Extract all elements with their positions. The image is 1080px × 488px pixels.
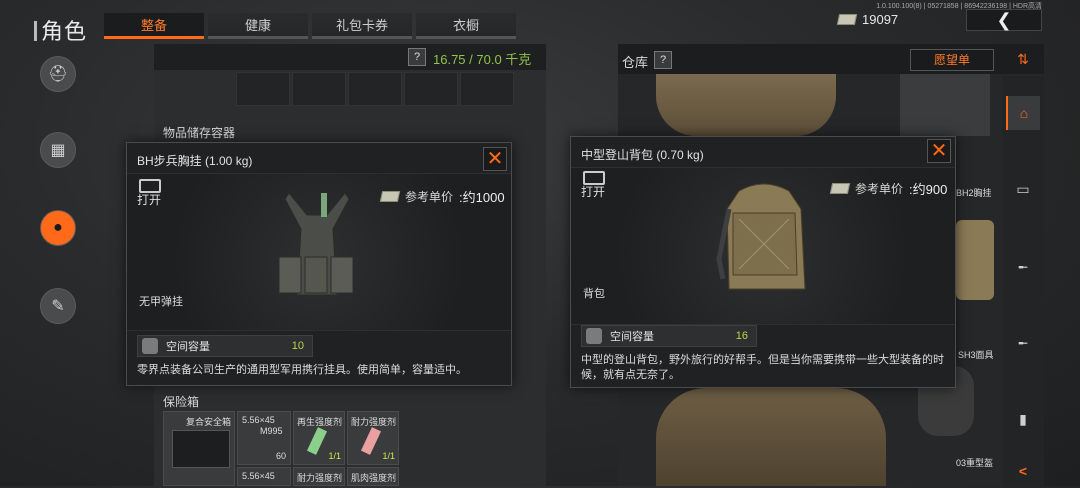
capacity-value: 16	[735, 330, 748, 342]
item-category: 无甲弹挂	[139, 296, 183, 308]
tab-equip[interactable]: 整备	[104, 13, 204, 39]
capacity-icon	[142, 338, 158, 354]
price-row: 参考单价 :约1000	[379, 187, 505, 206]
money-icon	[379, 191, 401, 202]
helmet-icon[interactable]: ⛑	[40, 56, 76, 92]
item-count: 60	[275, 451, 286, 461]
item-description: 零界点装备公司生产的通用型军用携行挂具。使用简单，容量适中。	[137, 364, 467, 376]
top-tabs: 整备 健康 礼包卡券 衣橱	[104, 13, 516, 39]
price-value: :约900	[909, 182, 948, 197]
backpack-icon[interactable]: ●	[40, 210, 76, 246]
tools-icon[interactable]: ✎	[40, 288, 76, 324]
equip-slot[interactable]	[236, 72, 290, 106]
ammo-item[interactable]: 5.56×45	[237, 467, 291, 486]
warehouse-help-button[interactable]: ?	[654, 51, 672, 69]
currency-value: 19097	[862, 12, 899, 27]
capacity-icon	[586, 328, 602, 344]
item-name: 5.56×45	[242, 471, 275, 481]
currency-display: 19097	[836, 12, 899, 27]
item-name: 复合安全箱	[186, 417, 232, 427]
capacity-box: 空间容量 10	[137, 335, 313, 357]
item-detail-popup-chest-rig: BH步兵胸挂 (1.00 kg) ✕ 打开 参考单价 :约1000 无甲弹挂 空…	[126, 142, 512, 386]
safe-box-icon	[172, 430, 230, 468]
home-icon[interactable]: ⌂	[1006, 96, 1040, 130]
warehouse-vest-item[interactable]	[900, 74, 990, 136]
item-name: 5.56×45	[242, 415, 275, 425]
capacity-label: 空间容量	[166, 341, 210, 353]
item-name: 耐力强度剂	[297, 473, 343, 483]
safe-section-title: 保险箱	[163, 395, 200, 409]
weight-help-button[interactable]: ?	[408, 48, 426, 66]
page-title: 角色	[34, 14, 87, 46]
popup-title: BH步兵胸挂 (1.00 kg)	[137, 154, 253, 168]
item-name: 肌肉强度剂	[351, 473, 397, 483]
sort-icon[interactable]: ⇅	[1006, 42, 1040, 76]
storage-section-title: 物品储存容器	[163, 126, 236, 140]
tab-gift-cards[interactable]: 礼包卡券	[312, 13, 412, 39]
back-button[interactable]: ❮	[966, 9, 1042, 31]
equip-slots	[236, 72, 514, 106]
tab-wardrobe[interactable]: 衣橱	[416, 13, 516, 39]
syringe-icon	[306, 427, 328, 455]
item-name: 再生强度剂	[297, 417, 343, 427]
price-row: 参考单价 :约900	[829, 179, 948, 198]
item-name: 耐力强度剂	[351, 417, 397, 427]
tab-health[interactable]: 健康	[208, 13, 308, 39]
rifle-icon[interactable]: ╾	[1006, 250, 1040, 284]
item-label: 03重型盔	[956, 458, 994, 468]
item-description: 中型的登山背包，野外旅行的好帮手。但是当你需要携带一些大型装备的时候，就有点无奈…	[581, 354, 944, 381]
wishlist-button[interactable]: 愿望单	[910, 49, 994, 71]
collapse-icon[interactable]: <	[1006, 454, 1040, 488]
equip-slot[interactable]	[460, 72, 514, 106]
capacity-label: 空间容量	[610, 331, 654, 343]
rifle2-icon[interactable]: ╾	[1006, 326, 1040, 360]
ammo-icon[interactable]: ▮	[1006, 402, 1040, 436]
close-icon[interactable]: ✕	[927, 139, 951, 163]
item-label: SH3面具	[958, 350, 994, 360]
money-icon	[836, 14, 858, 25]
warehouse-backpack-item[interactable]	[656, 388, 886, 486]
equip-slot[interactable]	[348, 72, 402, 106]
equip-slot[interactable]	[292, 72, 346, 106]
price-label: 参考单价	[405, 190, 454, 204]
muscle-stim-item[interactable]: 肌肉强度剂	[347, 467, 399, 486]
item-category: 背包	[583, 288, 605, 300]
syringe-icon	[360, 427, 382, 455]
warehouse-pouch-item[interactable]	[956, 220, 994, 300]
vest-icon[interactable]: ▦	[40, 132, 76, 168]
item-detail-popup-backpack: 中型登山背包 (0.70 kg) ✕ 打开 参考单价 :约900 背包 空间容量…	[570, 136, 956, 388]
capacity-box: 空间容量 16	[581, 325, 757, 347]
item-sub: M995	[260, 426, 283, 436]
backpack-image	[716, 183, 806, 290]
item-count: 1/1	[328, 451, 341, 461]
money-icon	[829, 183, 851, 194]
stamina-stim-item[interactable]: 耐力强度剂 1/1	[347, 411, 399, 465]
price-value: :约1000	[459, 190, 505, 205]
price-label: 参考单价	[855, 182, 904, 196]
capacity-value: 10	[291, 340, 304, 352]
warehouse-backpack-item[interactable]	[656, 74, 836, 136]
item-count: 1/1	[382, 451, 395, 461]
chest-rig-image	[278, 192, 354, 296]
stamina-stim-item[interactable]: 耐力强度剂	[293, 467, 345, 486]
open-button[interactable]: 打开	[137, 191, 161, 208]
weight-readout: 16.75 / 70.0 千克	[433, 52, 532, 67]
safe-box-item[interactable]: 复合安全箱	[163, 411, 235, 486]
equip-slot[interactable]	[404, 72, 458, 106]
container-icon[interactable]: ▭	[1006, 172, 1040, 206]
popup-title: 中型登山背包 (0.70 kg)	[581, 148, 704, 162]
close-icon[interactable]: ✕	[483, 147, 507, 171]
regen-stim-item[interactable]: 再生强度剂 1/1	[293, 411, 345, 465]
open-button[interactable]: 打开	[581, 183, 605, 200]
ammo-item[interactable]: 5.56×45 M995 60	[237, 411, 291, 465]
item-label: BH2胸挂	[956, 188, 992, 198]
warehouse-title: 仓库	[622, 55, 649, 70]
